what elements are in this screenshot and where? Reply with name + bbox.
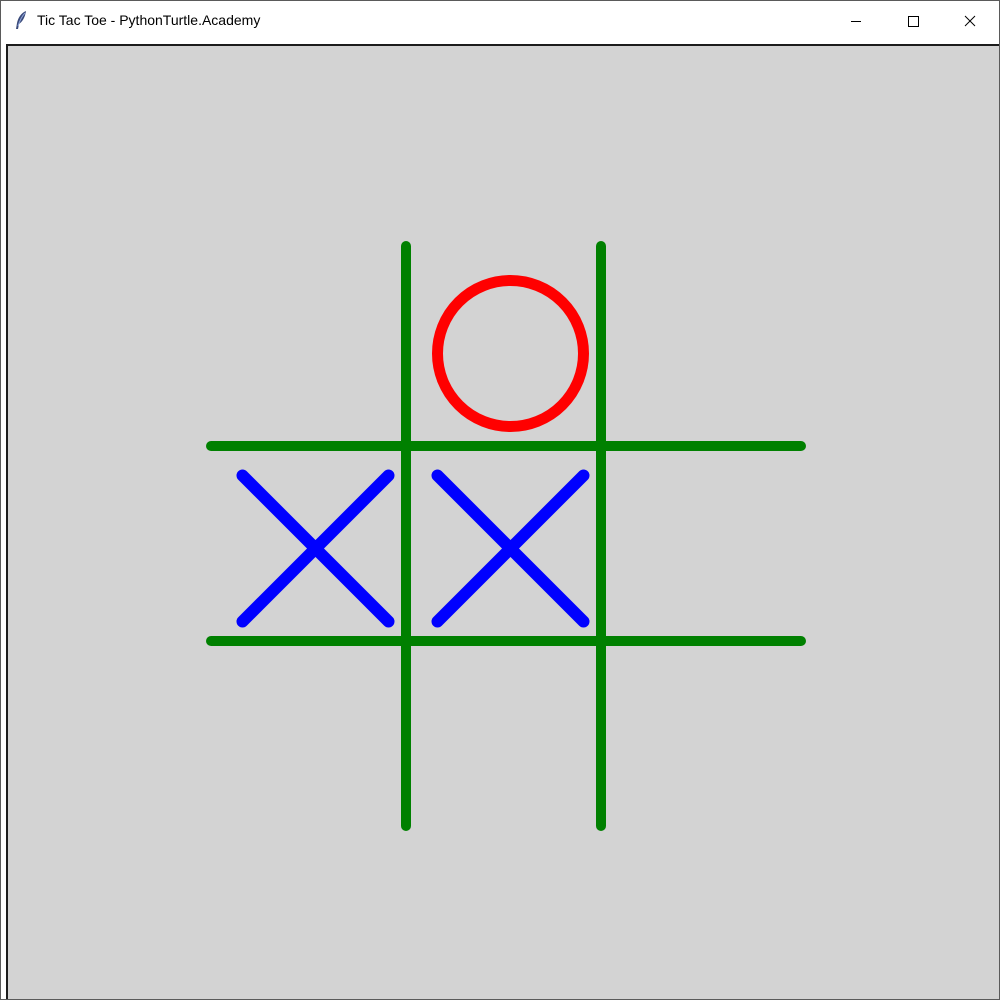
board-cell-2-1[interactable] xyxy=(406,641,601,836)
window-title: Tic Tac Toe - PythonTurtle.Academy xyxy=(37,12,261,28)
board-cell-1-0[interactable] xyxy=(211,446,406,641)
maximize-button[interactable] xyxy=(884,1,942,40)
board-cell-1-1[interactable] xyxy=(406,446,601,641)
board-cell-0-2[interactable] xyxy=(601,251,796,446)
close-button[interactable] xyxy=(941,1,999,40)
minimize-button[interactable] xyxy=(827,1,885,40)
board-cells xyxy=(211,251,796,836)
board-cell-2-0[interactable] xyxy=(211,641,406,836)
turtle-canvas[interactable] xyxy=(6,44,999,999)
board-cell-1-2[interactable] xyxy=(601,446,796,641)
maximize-icon xyxy=(908,15,919,27)
close-icon xyxy=(964,15,976,26)
minimize-icon xyxy=(851,20,861,22)
board-cell-0-1[interactable] xyxy=(406,251,601,446)
app-window: Tic Tac Toe - PythonTurtle.Academy xyxy=(0,0,1000,1000)
title-bar[interactable]: Tic Tac Toe - PythonTurtle.Academy xyxy=(1,1,999,40)
feather-icon xyxy=(16,11,26,29)
game-board xyxy=(206,241,806,836)
board-cell-2-2[interactable] xyxy=(601,641,796,836)
board-cell-0-0[interactable] xyxy=(211,251,406,446)
